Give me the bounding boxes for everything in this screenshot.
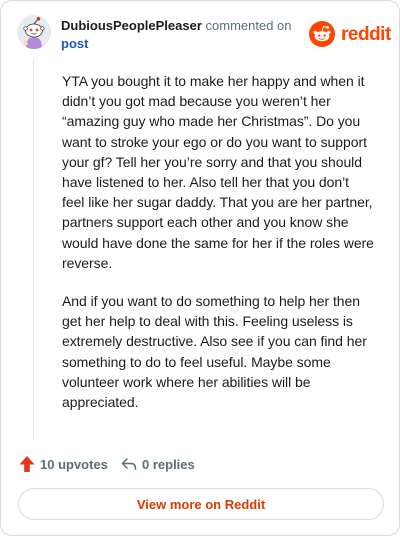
comment-meta: DubiousPeoplePleaser commented on post: [61, 17, 301, 53]
comment-paragraph: And if you want to do something to help …: [62, 293, 367, 411]
upvote-count: 10 upvotes: [40, 456, 108, 472]
action-text: commented on: [205, 18, 292, 33]
upvote-button[interactable]: 10 upvotes: [19, 453, 108, 475]
comment-paragraph: YTA you bought it to make her happy and …: [62, 73, 374, 271]
comment-header: DubiousPeoplePleaser commented on post r…: [17, 15, 391, 55]
author-name[interactable]: DubiousPeoplePleaser: [61, 18, 202, 33]
brand-wordmark: reddit: [341, 24, 391, 45]
comment-body: YTA you bought it to make her happy and …: [62, 71, 374, 430]
reply-arrow-icon: [121, 458, 137, 470]
reply-count: 0 replies: [142, 456, 195, 472]
snoo-avatar-icon[interactable]: [17, 15, 51, 49]
reddit-brand[interactable]: reddit: [309, 21, 391, 47]
post-link[interactable]: post: [61, 35, 301, 53]
thread-line: [33, 59, 34, 439]
comment-card: DubiousPeoplePleaser commented on post r…: [0, 0, 400, 536]
comment-actions: 10 upvotes 0 replies: [19, 453, 319, 477]
view-more-button[interactable]: View more on Reddit: [18, 488, 384, 520]
upvote-arrow-icon: [19, 456, 35, 472]
reply-button[interactable]: 0 replies: [121, 453, 195, 475]
reddit-logo-icon: [309, 21, 335, 47]
